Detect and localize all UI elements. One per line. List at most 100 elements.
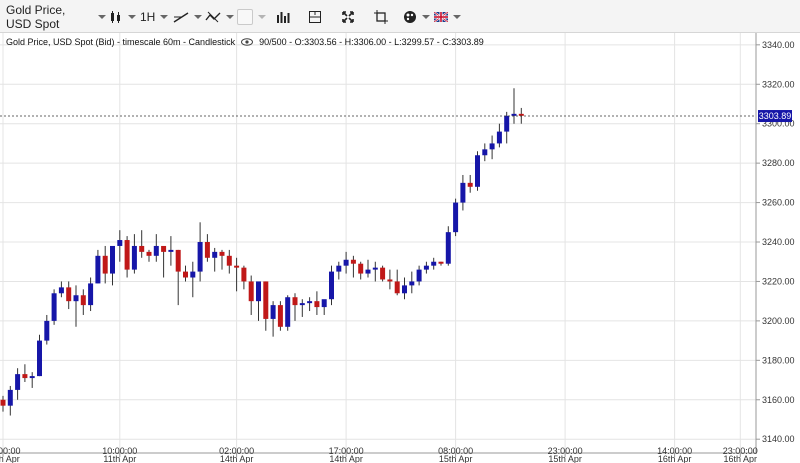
date-tick-label: 11th Apr: [103, 454, 136, 463]
candle-body: [460, 182, 466, 203]
chevron-down-icon: [422, 15, 430, 19]
candle-body: [423, 265, 429, 270]
candle-body: [110, 245, 115, 274]
candle-body: [329, 271, 334, 300]
indicators-button[interactable]: [205, 7, 234, 27]
chart-grid: [0, 33, 756, 453]
chart-description: Gold Price, USD Spot (Bid) - timescale 6…: [6, 37, 236, 47]
chevron-down-icon: [98, 15, 106, 19]
price-tick-label: 3340.00: [762, 40, 795, 50]
candle-body: [102, 255, 108, 274]
theme-icon: [404, 11, 416, 23]
chevron-down-icon: [160, 15, 169, 19]
candle-body: [299, 303, 305, 306]
candle-body: [431, 261, 437, 266]
fullscreen-button[interactable]: [341, 7, 355, 27]
price-tick-label: 3280.00: [762, 158, 795, 168]
candle-body: [139, 245, 145, 252]
candle-body: [285, 297, 291, 327]
draw-line-icon: [173, 12, 189, 23]
candle-body: [0, 399, 6, 406]
candle-body: [277, 305, 283, 327]
candle-body: [307, 301, 313, 304]
candle-body: [358, 263, 364, 274]
indicators-icon: [205, 11, 221, 23]
candle-body: [117, 240, 123, 246]
chart-info-line: Gold Price, USD Spot (Bid) - timescale 6…: [6, 37, 484, 47]
candle-body: [212, 251, 218, 258]
candle-body: [131, 245, 137, 270]
shape-button[interactable]: [237, 7, 266, 27]
draw-line-button[interactable]: [173, 7, 202, 27]
candle-body: [197, 242, 203, 272]
candle-body: [168, 249, 174, 252]
candle-body: [380, 267, 386, 280]
chevron-down-icon: [128, 15, 136, 19]
candle-body: [88, 283, 94, 306]
candle-body: [270, 305, 276, 319]
date-tick-label: 16th Apr: [724, 454, 758, 463]
toolbar: Gold Price, USD Spot 1H: [0, 0, 800, 33]
candlestick-series: [0, 88, 524, 416]
bar-type-icon: [111, 11, 120, 23]
eye-icon[interactable]: [241, 38, 254, 46]
volume-button[interactable]: [276, 7, 290, 27]
candle-body: [95, 255, 101, 284]
candle-body: [29, 376, 35, 379]
candle-body: [482, 149, 488, 156]
chevron-down-icon: [194, 15, 202, 19]
symbol-selector[interactable]: Gold Price, USD Spot: [6, 3, 106, 31]
candle-body: [504, 115, 510, 132]
price-tick-label: 3260.00: [762, 198, 795, 208]
candle-body: [248, 281, 254, 302]
bar-type-button[interactable]: [109, 7, 136, 27]
price-tick-label: 3320.00: [762, 79, 795, 89]
candle-body: [37, 340, 42, 377]
price-tick-label: 3160.00: [762, 395, 795, 405]
candle-body: [51, 293, 57, 321]
candle-body: [146, 251, 152, 256]
timeframe-label: 1H: [140, 10, 156, 24]
candle-body: [161, 245, 167, 252]
candle-body: [153, 245, 159, 256]
date-tick-label: 15th Apr: [548, 454, 582, 463]
candle-body: [321, 299, 327, 308]
candle-body: [175, 249, 181, 272]
candle-body: [518, 113, 524, 116]
chevron-down-icon: [258, 15, 266, 19]
language-button[interactable]: [434, 7, 461, 27]
current-price-label: 3303.89: [759, 111, 792, 121]
candle-body: [489, 143, 495, 150]
candle-body: [409, 281, 415, 286]
candle-body: [44, 320, 50, 341]
candle-body: [263, 281, 269, 319]
date-tick-label: 14th Apr: [329, 454, 363, 463]
ohlc-readout: 90/500 - O:3303.56 - H:3306.00 - L:3299.…: [259, 37, 484, 47]
candle-body: [204, 242, 210, 258]
crosshair-button[interactable]: [308, 7, 322, 27]
price-chart[interactable]: 3140.00 3160.00 3180.00 3200.00 3220.00 3240.…: [0, 33, 800, 463]
date-tick-label: 16th Apr: [658, 454, 692, 463]
shape-icon: [237, 9, 253, 25]
symbol-label: Gold Price, USD Spot: [6, 3, 66, 31]
candle-body: [7, 389, 13, 406]
candle-body: [219, 251, 225, 256]
price-tick-label: 3220.00: [762, 276, 795, 286]
candle-body: [73, 295, 79, 302]
timeframe-selector[interactable]: 1H: [140, 7, 169, 27]
language-flag-icon: [434, 12, 448, 22]
candle-body: [438, 261, 444, 264]
candle-body: [416, 269, 422, 282]
time-axis-ticks: 18:00:0010th Apr10:00:0011th Apr02:00:00…: [0, 446, 758, 463]
candle-body: [66, 287, 72, 302]
theme-button[interactable]: [403, 7, 430, 27]
date-tick-label: 14th Apr: [220, 454, 254, 463]
candle-body: [387, 279, 393, 282]
volume-icon: [277, 12, 290, 23]
current-price-tag: 3303.89: [758, 110, 792, 123]
crosshair-icon: [309, 11, 321, 23]
chevron-down-icon: [453, 15, 461, 19]
screenshot-button[interactable]: [374, 7, 388, 27]
candle-body: [336, 265, 342, 272]
candle-body: [394, 281, 400, 294]
